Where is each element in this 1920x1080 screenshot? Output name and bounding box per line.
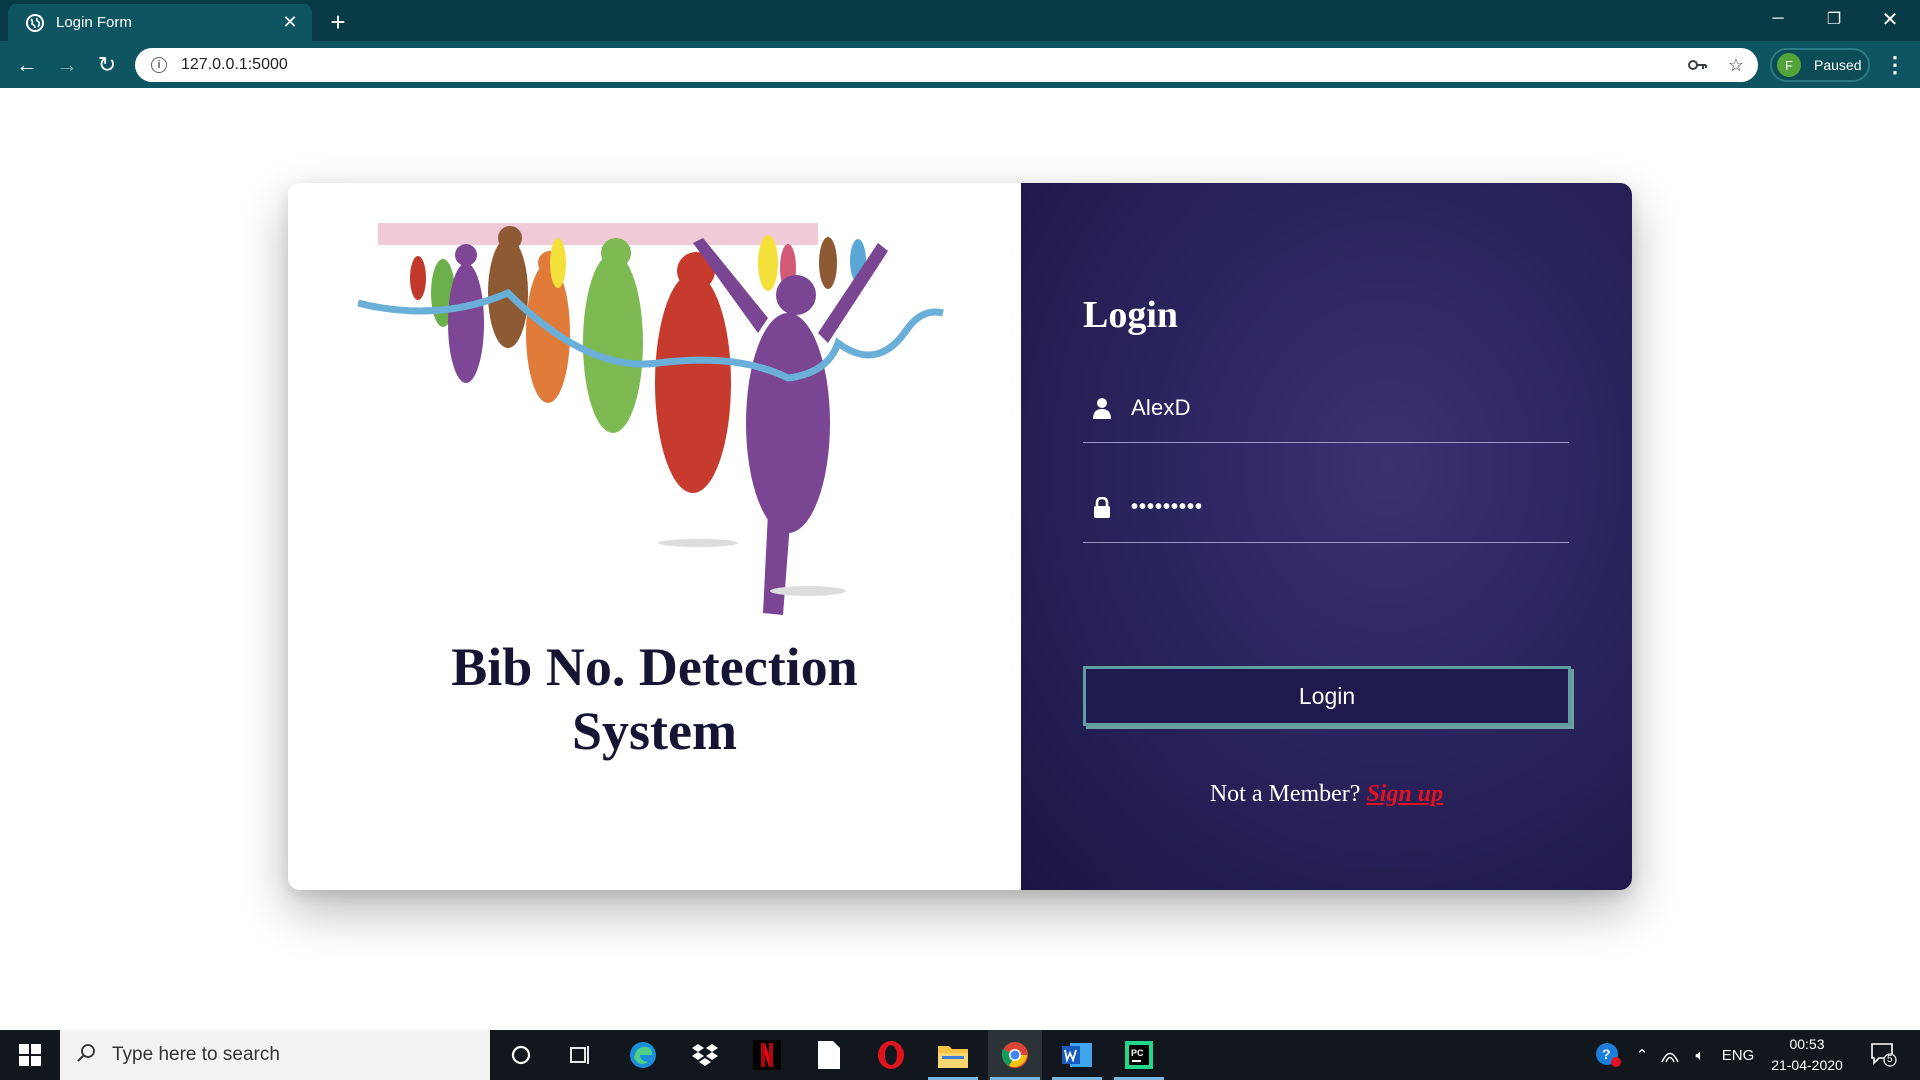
- close-tab-icon[interactable]: ✕: [276, 9, 304, 37]
- language-indicator[interactable]: ENG: [1718, 1030, 1758, 1080]
- tab-title: Login Form: [56, 14, 132, 31]
- windows-start-icon[interactable]: [0, 1030, 60, 1080]
- lock-icon: [1085, 491, 1119, 525]
- profile-status: Paused: [1814, 57, 1862, 73]
- login-heading: Login: [1083, 294, 1179, 336]
- taskbar-clock[interactable]: 00:53 21-04-2020: [1762, 1034, 1852, 1076]
- svg-text:?: ?: [1602, 1046, 1611, 1062]
- clock-date: 21-04-2020: [1771, 1057, 1843, 1073]
- file-explorer-icon[interactable]: [926, 1030, 980, 1080]
- globe-icon: [26, 13, 44, 32]
- chrome-icon[interactable]: [988, 1030, 1042, 1080]
- url-text[interactable]: 127.0.0.1:5000: [181, 56, 1682, 74]
- opera-icon[interactable]: [864, 1030, 918, 1080]
- cortana-icon[interactable]: [494, 1030, 548, 1080]
- edge-icon[interactable]: [616, 1030, 670, 1080]
- help-icon[interactable]: ?: [1590, 1030, 1626, 1080]
- login-button[interactable]: Login: [1083, 666, 1571, 726]
- chevron-up-icon[interactable]: ⌃: [1628, 1030, 1656, 1080]
- password-value[interactable]: •••••••••: [1131, 496, 1203, 519]
- reload-icon[interactable]: ↻: [90, 48, 124, 82]
- username-value[interactable]: AlexD: [1131, 395, 1191, 421]
- system-title-line-2: System: [572, 701, 737, 761]
- user-icon: [1085, 391, 1119, 425]
- signup-prompt-text: Not a Member?: [1209, 781, 1361, 807]
- address-bar[interactable]: i 127.0.0.1:5000 ☆: [135, 48, 1758, 82]
- network-icon[interactable]: [1656, 1030, 1684, 1080]
- site-info-icon[interactable]: i: [151, 57, 167, 73]
- signup-prompt: Not a Member? Sign up: [1021, 781, 1632, 808]
- bookmark-star-icon[interactable]: ☆: [1720, 49, 1752, 81]
- page-content: Bib No. Detection System Login AlexD •••…: [0, 88, 1920, 1030]
- tab-login-form[interactable]: Login Form ✕: [8, 4, 312, 41]
- new-tab-plus-icon[interactable]: +: [322, 6, 354, 38]
- username-field[interactable]: AlexD: [1083, 373, 1569, 443]
- branding-panel: Bib No. Detection System: [288, 183, 1021, 890]
- system-title: Bib No. Detection System: [288, 635, 1021, 763]
- system-title-line-1: Bib No. Detection: [451, 637, 858, 697]
- notepad-file-icon[interactable]: [802, 1030, 856, 1080]
- browser-menu-icon[interactable]: ⋮: [1880, 48, 1910, 82]
- back-arrow-icon[interactable]: ←: [10, 48, 44, 82]
- forward-arrow-icon[interactable]: →: [50, 48, 84, 82]
- profile-button[interactable]: F Paused: [1770, 48, 1870, 82]
- windows-taskbar: Type here to search PC ? ⌃ 🔈︎ ENG 00:53: [0, 1030, 1920, 1080]
- minimize-icon[interactable]: ─: [1750, 0, 1806, 38]
- browser-tab-strip: Login Form ✕ + ─ ❐ ✕: [0, 0, 1920, 41]
- notification-center-icon[interactable]: 5: [1862, 1030, 1906, 1080]
- login-panel: Login AlexD ••••••••• Login Not a Member…: [1021, 183, 1632, 890]
- password-field[interactable]: •••••••••: [1083, 473, 1569, 543]
- notification-count: 5: [1887, 1054, 1893, 1065]
- restore-icon[interactable]: ❐: [1806, 0, 1862, 38]
- signup-link[interactable]: Sign up: [1366, 781, 1443, 807]
- netflix-icon[interactable]: [740, 1030, 794, 1080]
- search-placeholder: Type here to search: [112, 1044, 280, 1065]
- close-window-icon[interactable]: ✕: [1862, 0, 1918, 38]
- pycharm-icon[interactable]: PC: [1112, 1030, 1166, 1080]
- svg-text:PC: PC: [1131, 1048, 1144, 1058]
- task-view-icon[interactable]: [554, 1030, 608, 1080]
- browser-toolbar: ← → ↻ i 127.0.0.1:5000 ☆ F Paused ⋮: [0, 41, 1920, 88]
- taskbar-search-box[interactable]: Type here to search: [60, 1030, 490, 1080]
- word-icon[interactable]: [1050, 1030, 1104, 1080]
- avatar: F: [1777, 53, 1801, 77]
- volume-icon[interactable]: 🔈︎: [1686, 1030, 1714, 1080]
- search-icon: [76, 1043, 96, 1068]
- key-icon[interactable]: [1682, 49, 1714, 81]
- login-card: Bib No. Detection System Login AlexD •••…: [288, 183, 1632, 890]
- clock-time: 00:53: [1789, 1036, 1825, 1052]
- runners-illustration: [358, 223, 944, 615]
- dropbox-icon[interactable]: [678, 1030, 732, 1080]
